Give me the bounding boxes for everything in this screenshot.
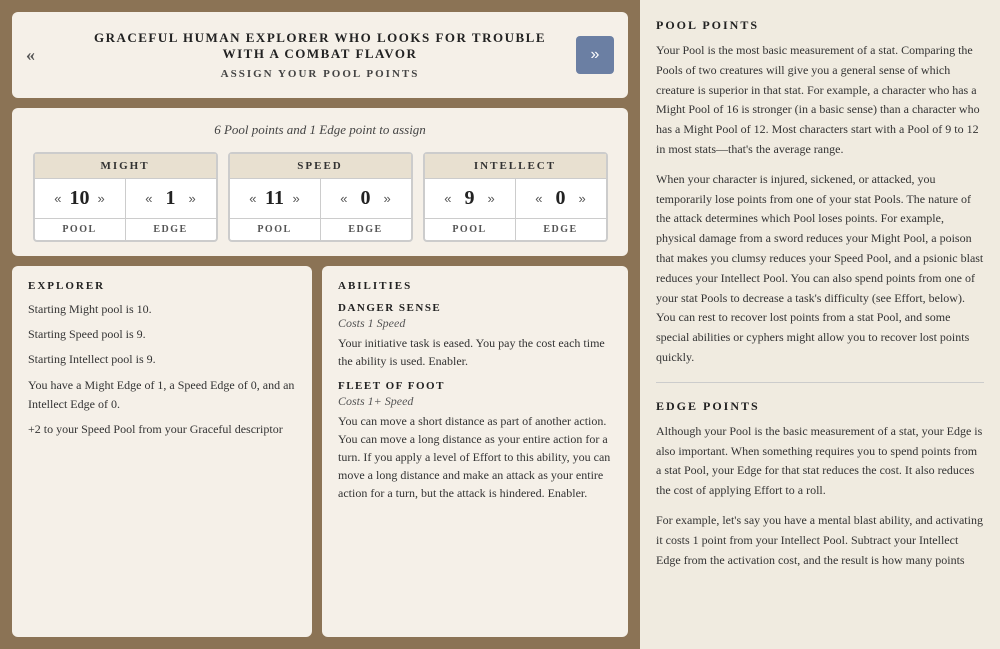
main-area: « Graceful Human Explorer Who Looks for … <box>0 0 640 649</box>
intellect-edge-label: EDGE <box>515 219 606 240</box>
intellect-values: « 9 » « 0 » <box>425 179 606 218</box>
might-edge-decrement[interactable]: « <box>142 190 155 207</box>
intellect-pool-value: 9 <box>459 187 481 210</box>
ability-0-cost: Costs 1 Speed <box>338 316 612 331</box>
abilities-panel: ABILITIES DANGER SENSE Costs 1 Speed You… <box>322 266 628 637</box>
intellect-edge-group: « 0 » <box>515 179 606 218</box>
intellect-edge-decrement[interactable]: « <box>532 190 545 207</box>
speed-stat-box: SPEED « 11 » « 0 » POOL EDGE <box>228 152 413 242</box>
sidebar-divider <box>656 382 984 383</box>
nav-next-button[interactable]: » <box>576 36 614 74</box>
intellect-stat-box: INTELLECT « 9 » « 0 » POOL EDGE <box>423 152 608 242</box>
might-pool-group: « 10 » <box>35 179 125 218</box>
might-header: MIGHT <box>35 154 216 179</box>
might-pool-increment[interactable]: » <box>95 190 108 207</box>
intellect-edge-increment[interactable]: » <box>576 190 589 207</box>
abilities-title: ABILITIES <box>338 280 612 292</box>
speed-pool-label: POOL <box>230 219 320 240</box>
speed-edge-group: « 0 » <box>320 179 411 218</box>
edge-points-para-2: For example, let's say you have a mental… <box>656 511 984 570</box>
speed-pool-group: « 11 » <box>230 179 320 218</box>
explorer-panel: EXPLORER Starting Might pool is 10. Star… <box>12 266 312 637</box>
header-card: « Graceful Human Explorer Who Looks for … <box>12 12 628 98</box>
explorer-line-2: Starting Intellect pool is 9. <box>28 350 296 369</box>
might-edge-group: « 1 » <box>125 179 216 218</box>
bottom-panels: EXPLORER Starting Might pool is 10. Star… <box>12 266 628 637</box>
ability-0-desc: Your initiative task is eased. You pay t… <box>338 334 612 370</box>
intellect-footer: POOL EDGE <box>425 218 606 240</box>
explorer-title: EXPLORER <box>28 280 296 292</box>
pool-points-sidebar-text: Your Pool is the most basic measurement … <box>656 41 984 368</box>
pool-points-para-1: Your Pool is the most basic measurement … <box>656 41 984 160</box>
speed-edge-label: EDGE <box>320 219 411 240</box>
ability-0-name: DANGER SENSE <box>338 302 612 314</box>
stat-columns: MIGHT « 10 » « 1 » POOL EDGE <box>28 152 612 242</box>
right-sidebar: POOL POINTS Your Pool is the most basic … <box>640 0 1000 649</box>
speed-footer: POOL EDGE <box>230 218 411 240</box>
speed-edge-decrement[interactable]: « <box>337 190 350 207</box>
explorer-line-1: Starting Speed pool is 9. <box>28 325 296 344</box>
page-subtitle: Assign Your Pool Points <box>72 68 568 80</box>
might-footer: POOL EDGE <box>35 218 216 240</box>
page-title: Graceful Human Explorer Who Looks for Tr… <box>72 30 568 62</box>
edge-points-sidebar-title: EDGE POINTS <box>656 399 984 414</box>
ability-1-desc: You can move a short distance as part of… <box>338 412 612 502</box>
intellect-pool-label: POOL <box>425 219 515 240</box>
ability-1-cost: Costs 1+ Speed <box>338 394 612 409</box>
explorer-line-6: +2 to your Speed Pool from your Graceful… <box>28 420 296 439</box>
speed-edge-increment[interactable]: » <box>381 190 394 207</box>
pool-points-card: 6 Pool points and 1 Edge point to assign… <box>12 108 628 256</box>
pool-points-sidebar-title: POOL POINTS <box>656 18 984 33</box>
ability-1-name: FLEET OF FOOT <box>338 380 612 392</box>
might-edge-label: EDGE <box>125 219 216 240</box>
speed-edge-value: 0 <box>355 187 377 210</box>
intellect-pool-group: « 9 » <box>425 179 515 218</box>
pool-points-label: 6 Pool points and 1 Edge point to assign <box>28 122 612 138</box>
explorer-line-0: Starting Might pool is 10. <box>28 300 296 319</box>
intellect-pool-decrement[interactable]: « <box>441 190 454 207</box>
might-stat-box: MIGHT « 10 » « 1 » POOL EDGE <box>33 152 218 242</box>
intellect-pool-increment[interactable]: » <box>485 190 498 207</box>
edge-points-sidebar-text: Although your Pool is the basic measurem… <box>656 422 984 571</box>
speed-pool-decrement[interactable]: « <box>246 190 259 207</box>
speed-values: « 11 » « 0 » <box>230 179 411 218</box>
might-pool-value: 10 <box>69 187 91 210</box>
might-edge-value: 1 <box>160 187 182 210</box>
edge-points-para-1: Although your Pool is the basic measurem… <box>656 422 984 501</box>
explorer-text: Starting Might pool is 10. Starting Spee… <box>28 300 296 439</box>
explorer-line-4: You have a Might Edge of 1, a Speed Edge… <box>28 376 296 414</box>
might-values: « 10 » « 1 » <box>35 179 216 218</box>
intellect-edge-value: 0 <box>550 187 572 210</box>
might-pool-label: POOL <box>35 219 125 240</box>
speed-pool-value: 11 <box>264 187 286 210</box>
speed-pool-increment[interactable]: » <box>290 190 303 207</box>
intellect-header: INTELLECT <box>425 154 606 179</box>
speed-header: SPEED <box>230 154 411 179</box>
might-pool-decrement[interactable]: « <box>51 190 64 207</box>
might-edge-increment[interactable]: » <box>186 190 199 207</box>
pool-points-para-2: When your character is injured, sickened… <box>656 170 984 368</box>
nav-prev-button[interactable]: « <box>26 45 35 66</box>
